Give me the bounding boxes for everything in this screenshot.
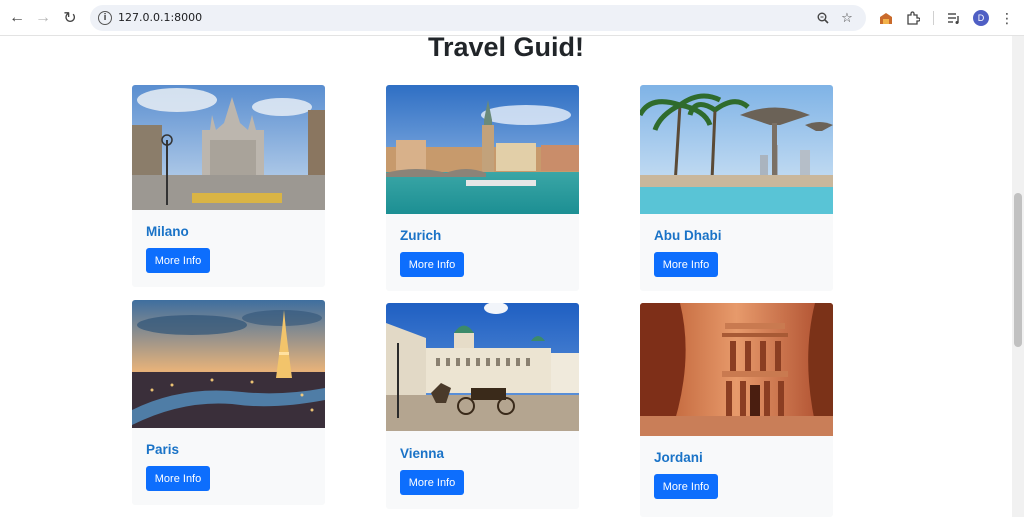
toolbar-separator	[933, 11, 934, 25]
profile-avatar[interactable]: D	[973, 10, 989, 26]
forward-icon[interactable]: →	[32, 7, 54, 29]
destination-card-jordani: Jordani More Info	[640, 303, 833, 517]
destination-card-milano: Milano More Info	[132, 85, 325, 287]
paris-image	[132, 300, 325, 428]
destination-card-vienna: Vienna More Info	[386, 303, 579, 509]
more-info-button[interactable]: More Info	[654, 474, 718, 499]
page-viewport: Travel Guid! Milano More Info Zurich Mor…	[0, 36, 1012, 517]
zurich-image	[386, 85, 579, 214]
bookmark-star-icon[interactable]: ☆	[838, 9, 856, 27]
destination-card-abu-dhabi: Abu Dhabi More Info	[640, 85, 833, 291]
card-title: Jordani	[654, 450, 703, 465]
extensions-puzzle-icon[interactable]	[903, 8, 923, 28]
destination-card-paris: Paris More Info	[132, 300, 325, 505]
address-bar[interactable]: i 127.0.0.1:8000 ☆	[90, 5, 866, 31]
url-text: 127.0.0.1:8000	[118, 11, 203, 24]
site-info-icon[interactable]: i	[98, 11, 112, 25]
back-icon[interactable]: ←	[6, 7, 28, 29]
zoom-icon[interactable]	[814, 9, 832, 27]
more-info-button[interactable]: More Info	[400, 470, 464, 495]
card-title: Zurich	[400, 228, 442, 243]
extension-app-icon[interactable]	[876, 8, 896, 28]
page-scrollbar-thumb[interactable]	[1014, 193, 1022, 347]
destination-card-zurich: Zurich More Info	[386, 85, 579, 291]
reload-icon[interactable]: ↻	[59, 7, 81, 29]
media-queue-icon[interactable]	[944, 8, 964, 28]
browser-toolbar: ← → ↻ i 127.0.0.1:8000 ☆ D ⋮	[0, 0, 1024, 36]
vienna-image	[386, 303, 579, 431]
abu-dhabi-image	[640, 85, 833, 214]
more-info-button[interactable]: More Info	[654, 252, 718, 277]
card-title: Vienna	[400, 446, 445, 461]
more-info-button[interactable]: More Info	[146, 248, 210, 273]
kebab-menu-icon[interactable]: ⋮	[997, 8, 1017, 28]
jordani-image	[640, 303, 833, 436]
more-info-button[interactable]: More Info	[400, 252, 464, 277]
card-title: Paris	[146, 442, 180, 457]
more-info-button[interactable]: More Info	[146, 466, 210, 491]
page-title: Travel Guid!	[427, 36, 585, 62]
card-title: Abu Dhabi	[654, 228, 722, 243]
card-title: Milano	[146, 224, 189, 239]
milano-image	[132, 85, 325, 210]
